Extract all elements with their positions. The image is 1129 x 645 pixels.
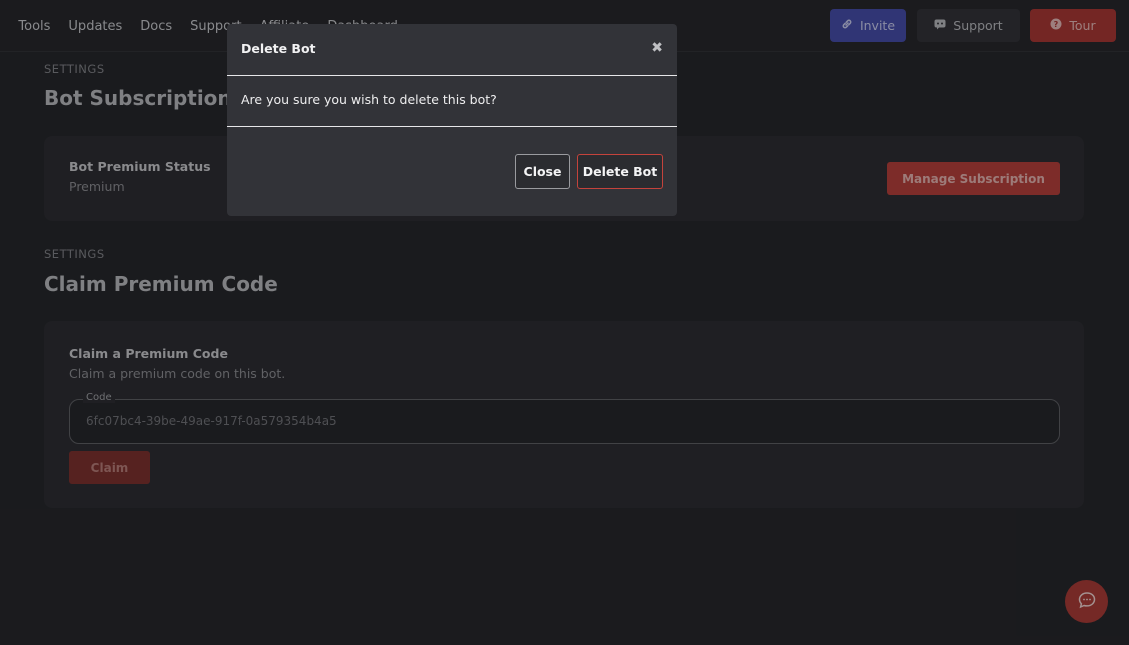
modal-footer-divider <box>227 126 677 127</box>
modal-header-divider <box>227 75 677 76</box>
modal-body-text: Are you sure you wish to delete this bot… <box>241 92 497 107</box>
delete-bot-modal: Delete Bot ✖ Are you sure you wish to de… <box>227 24 677 216</box>
close-icon[interactable]: ✖ <box>651 40 663 56</box>
delete-bot-button[interactable]: Delete Bot <box>577 154 663 189</box>
close-button[interactable]: Close <box>515 154 570 189</box>
modal-title: Delete Bot <box>241 41 316 56</box>
